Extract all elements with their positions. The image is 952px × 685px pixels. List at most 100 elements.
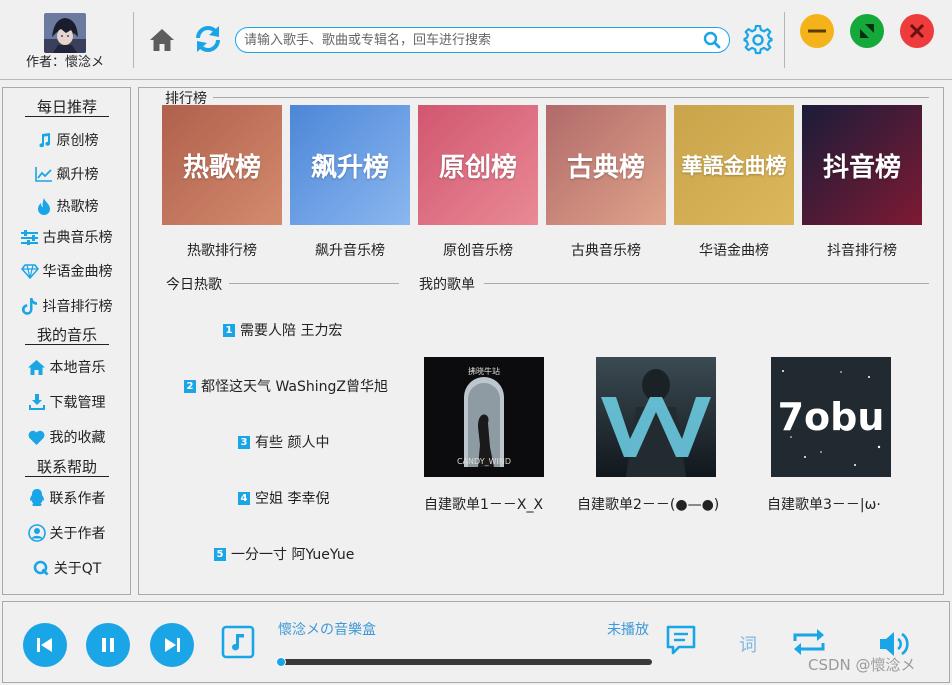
svg-text:拂晓牛站: 拂晓牛站 [468,366,500,376]
trend-chart-icon [34,165,53,183]
svg-text:CANDY_WIND: CANDY_WIND [457,457,511,466]
lyrics-button[interactable]: 词 [739,631,757,657]
chart-label[interactable]: 热歌排行榜 [158,240,286,260]
now-playing-title: 懷淰メの音樂盒 [278,622,376,638]
close-button[interactable] [900,14,934,48]
divider [199,97,929,98]
sidebar-item-label: 热歌榜 [56,199,99,215]
settings-button[interactable] [743,24,773,55]
sidebar-item-contact-author[interactable]: 联系作者 [3,486,130,510]
hot-song-item[interactable]: 3 有些 颜人中 [238,432,329,452]
chart-cover-text: 飙升榜 [310,152,389,183]
hot-song-item[interactable]: 1 需要人陪 王力宏 [223,320,342,340]
sidebar-item-favorites[interactable]: 我的收藏 [3,425,130,449]
home-button[interactable] [148,26,176,54]
chart-cover-text: 古典榜 [566,152,645,183]
previous-button[interactable] [23,623,67,667]
heart-icon [28,428,46,446]
main-panel: 排行榜 热歌榜 热歌排行榜 飙升榜 飙升音乐榜 原创榜 原创音乐榜 古典榜 古典音乐榜 華語金曲… [138,87,944,595]
close-icon [909,23,925,39]
comment-button[interactable] [665,624,697,656]
sidebar-item-mandarin-gold-chart[interactable]: 华语金曲榜 [3,259,130,283]
chart-label[interactable]: 古典音乐榜 [542,240,670,260]
avatar[interactable] [44,13,86,53]
minimize-button[interactable] [800,14,834,48]
maximize-icon [860,24,874,38]
pause-button[interactable] [86,623,130,667]
tiktok-icon [21,297,39,315]
next-button[interactable] [150,623,194,667]
chart-label[interactable]: 抖音排行榜 [798,240,926,260]
progress-handle[interactable] [276,657,286,667]
sidebar-item-classical-chart[interactable]: 古典音乐榜 [3,225,130,249]
chart-cover[interactable]: 原创榜 [418,105,538,225]
search-input[interactable] [244,30,694,50]
music-note-icon [35,131,53,149]
home-icon [150,29,174,51]
chart-cover-text: 華語金曲榜 [681,154,787,178]
sidebar-section-my-music: 我的音乐 [25,326,109,345]
chart-cover[interactable]: 热歌榜 [162,105,282,225]
qt-logo-icon [32,559,50,577]
sidebar-item-label: 联系作者 [49,491,106,507]
chart-cover[interactable]: 華語金曲榜 [674,105,794,225]
progress-bar[interactable] [276,657,652,667]
minimize-icon [808,29,826,33]
divider [784,12,785,68]
chart-cover[interactable]: 抖音榜 [802,105,922,225]
refresh-button[interactable] [192,23,224,55]
chart-label[interactable]: 原创音乐榜 [414,240,542,260]
sidebar-item-original-chart[interactable]: 原创榜 [3,128,130,152]
sidebar-item-hot-chart[interactable]: 热歌榜 [3,194,130,218]
divider [484,283,929,284]
maximize-button[interactable] [850,14,884,48]
music-note-icon [221,625,255,659]
sidebar-item-label: 本地音乐 [49,360,106,376]
song-info-button[interactable] [221,625,255,659]
playlist-name[interactable]: 自建歌单3－－|ω· [767,494,881,514]
sidebar: 每日推荐 原创榜 飙升榜 热歌榜 古典音乐榜 华语金曲榜 抖音排行榜 我的音乐 … [2,87,131,595]
search-icon[interactable] [703,31,721,49]
chart-cover-text: 抖音榜 [822,152,901,183]
next-icon [165,638,180,652]
top-bar: 作者：懷淰メ [0,0,952,80]
sidebar-item-label: 古典音乐榜 [42,230,113,246]
sidebar-item-douyin-chart[interactable]: 抖音排行榜 [3,294,130,318]
chart-cover[interactable]: 飙升榜 [290,105,410,225]
user-circle-icon [27,524,46,542]
chart-cover-text: 热歌榜 [182,152,261,183]
hot-song-item[interactable]: 2 都怪这天气 WaShingZ曾华旭 [184,376,388,396]
sidebar-item-label: 我的收藏 [49,430,106,446]
sidebar-item-label: 关于作者 [49,526,106,542]
playlist-cover[interactable]: 拂晓牛站 CANDY_WIND [424,357,544,477]
sidebar-item-label: 下载管理 [49,395,106,411]
hot-song-item[interactable]: 4 空姐 李幸倪 [238,488,329,508]
playlist-cover[interactable]: 7obu [771,357,891,477]
playlist-cover[interactable] [596,357,716,477]
play-status: 未播放 [607,622,649,638]
comment-icon [666,625,696,655]
chart-label[interactable]: 飙升音乐榜 [286,240,414,260]
hot-song-item[interactable]: 5 一分一寸 阿YueYue [214,544,354,564]
sidebar-item-about-qt[interactable]: 关于QT [3,556,130,580]
sidebar-item-soaring-chart[interactable]: 飙升榜 [3,162,130,186]
divider [133,12,134,68]
playlist-name[interactable]: 自建歌单2－－(●—●) [577,494,719,514]
chart-cover-text: 原创榜 [438,152,517,183]
chart-label[interactable]: 华语金曲榜 [670,240,798,260]
svg-text:7obu: 7obu [778,395,885,439]
chart-cover[interactable]: 古典榜 [546,105,666,225]
sidebar-item-label: 飙升榜 [56,167,99,183]
sidebar-item-download-manager[interactable]: 下载管理 [3,390,130,414]
flame-icon [35,197,53,215]
sidebar-item-about-author[interactable]: 关于作者 [3,521,130,545]
house-icon [28,358,46,376]
gear-icon [743,24,773,55]
playlist-name[interactable]: 自建歌单1－－X_X [424,494,543,514]
divider [229,283,399,284]
author-label: 作者：懷淰メ [25,55,104,70]
download-icon [28,393,46,411]
sidebar-item-local-music[interactable]: 本地音乐 [3,355,130,379]
sidebar-section-daily: 每日推荐 [25,98,109,117]
refresh-icon [196,26,220,52]
